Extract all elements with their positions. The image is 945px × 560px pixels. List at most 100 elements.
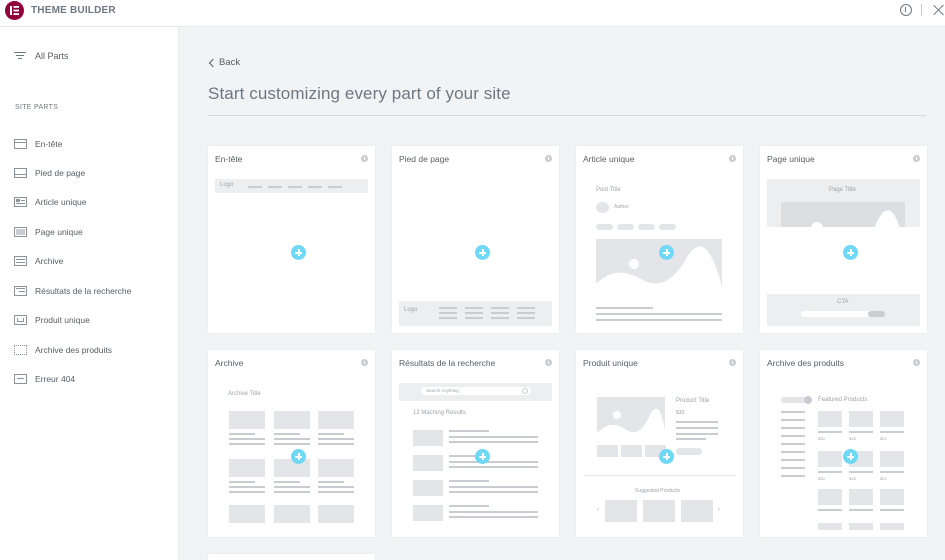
search-results-preview: Search Anything 12 Maching Results bbox=[399, 383, 552, 530]
archive-preview: Archive Title bbox=[215, 383, 368, 530]
add-template-button[interactable] bbox=[843, 449, 858, 464]
elementor-logo-icon bbox=[5, 1, 24, 20]
all-parts-link[interactable]: All Parts bbox=[14, 49, 69, 63]
preview-price: $30 bbox=[818, 436, 825, 441]
sidebar-item-label: Article unique bbox=[35, 197, 87, 207]
sidebar-item-search-results[interactable]: Résultats de la recherche bbox=[14, 284, 131, 298]
sidebar-item-label: Résultats de la recherche bbox=[35, 286, 132, 296]
site-parts-heading: SITE PARTS bbox=[15, 104, 59, 111]
header-preview: Logo bbox=[215, 179, 368, 326]
card-error-404[interactable] bbox=[208, 554, 375, 560]
card-title: Produit unique bbox=[583, 358, 638, 368]
card-single-product[interactable]: Produit unique Product Title $30 Suggest… bbox=[576, 350, 743, 537]
card-title: Résultats de la recherche bbox=[399, 358, 496, 368]
preview-page-title: Page Title bbox=[829, 187, 856, 193]
page-title: Start customizing every part of your sit… bbox=[208, 84, 511, 103]
footer-preview: Logo bbox=[399, 179, 552, 326]
add-template-button[interactable] bbox=[843, 245, 858, 260]
error-404-icon bbox=[14, 374, 27, 384]
sidebar-item-single-page[interactable]: Page unique bbox=[14, 225, 83, 239]
card-title: En-tête bbox=[215, 154, 243, 164]
sidebar-item-footer[interactable]: Pied de page bbox=[14, 166, 85, 180]
preview-price: $30 bbox=[818, 476, 825, 481]
close-icon[interactable] bbox=[933, 4, 945, 16]
card-title: Archive des produits bbox=[767, 358, 845, 368]
app-title: THEME BUILDER bbox=[31, 5, 116, 16]
info-icon[interactable] bbox=[361, 155, 368, 162]
card-title: Archive bbox=[215, 358, 244, 368]
card-header[interactable]: En-tête Logo bbox=[208, 146, 375, 333]
title-divider bbox=[208, 115, 926, 116]
info-icon[interactable] bbox=[900, 4, 912, 16]
preview-results-count: 12 Maching Results bbox=[413, 410, 466, 416]
info-icon[interactable] bbox=[545, 359, 552, 366]
sidebar-item-label: Page unique bbox=[35, 227, 83, 237]
footer-layout-icon bbox=[14, 168, 27, 178]
add-template-button[interactable] bbox=[291, 449, 306, 464]
preview-cta: CTA bbox=[837, 299, 849, 305]
card-footer[interactable]: Pied de page Logo bbox=[392, 146, 559, 333]
preview-featured-products: Featured Products bbox=[818, 397, 868, 403]
card-title: Pied de page bbox=[399, 154, 450, 164]
card-products-archive[interactable]: Archive des produits Featured Products $… bbox=[760, 350, 927, 537]
add-template-button[interactable] bbox=[475, 449, 490, 464]
sidebar-item-single-product[interactable]: Produit unique bbox=[14, 313, 90, 327]
info-icon[interactable] bbox=[361, 359, 368, 366]
preview-product-title: Product Title bbox=[676, 398, 710, 404]
products-archive-icon bbox=[14, 345, 27, 355]
info-icon[interactable] bbox=[729, 359, 736, 366]
single-post-preview: Post Title Author bbox=[583, 179, 736, 326]
filter-icon bbox=[14, 52, 26, 60]
single-product-preview: Product Title $30 Suggested Products ‹ › bbox=[583, 383, 736, 530]
sidebar-item-label: Erreur 404 bbox=[35, 374, 76, 384]
sidebar-item-single-post[interactable]: Article unique bbox=[14, 195, 87, 209]
info-icon[interactable] bbox=[913, 359, 920, 366]
header-layout-icon bbox=[14, 139, 27, 149]
back-label: Back bbox=[219, 57, 241, 68]
add-template-button[interactable] bbox=[291, 245, 306, 260]
chevron-left-icon: ‹ bbox=[597, 507, 599, 513]
info-icon[interactable] bbox=[545, 155, 552, 162]
sidebar-item-label: Archive des produits bbox=[35, 345, 113, 355]
sidebar-item-label: Produit unique bbox=[35, 315, 90, 325]
add-template-button[interactable] bbox=[659, 245, 674, 260]
back-link[interactable]: Back bbox=[208, 57, 240, 68]
sidebar-item-label: Archive bbox=[35, 256, 64, 266]
sidebar-item-archive[interactable]: Archive bbox=[14, 254, 63, 268]
products-archive-preview: Featured Products $30 $15 $22 $30 $15 $2… bbox=[767, 383, 920, 530]
info-icon[interactable] bbox=[729, 155, 736, 162]
image-placeholder-icon bbox=[596, 239, 722, 297]
chevron-right-icon: › bbox=[718, 507, 720, 513]
card-single-page[interactable]: Page unique Page Title CTA bbox=[760, 146, 927, 333]
image-placeholder-icon bbox=[597, 397, 665, 441]
all-parts-label: All Parts bbox=[35, 51, 69, 61]
preview-product-price: $30 bbox=[676, 410, 685, 416]
single-post-icon bbox=[14, 197, 27, 207]
preview-price: $15 bbox=[849, 436, 856, 441]
add-template-button[interactable] bbox=[659, 449, 674, 464]
sidebar-item-error-404[interactable]: Erreur 404 bbox=[14, 372, 75, 386]
chevron-left-icon bbox=[208, 58, 218, 67]
sidebar: All Parts SITE PARTS En-tête Pied de pag… bbox=[0, 27, 179, 560]
preview-search-placeholder: Search Anything bbox=[426, 388, 459, 393]
preview-price: $22 bbox=[880, 436, 887, 441]
preview-archive-title: Archive Title bbox=[228, 391, 261, 397]
card-single-post[interactable]: Article unique Post Title Author bbox=[576, 146, 743, 333]
preview-suggested-products: Suggested Products bbox=[635, 488, 681, 494]
card-search-results[interactable]: Résultats de la recherche Search Anythin… bbox=[392, 350, 559, 537]
add-template-button[interactable] bbox=[475, 245, 490, 260]
sidebar-item-products-archive[interactable]: Archive des produits bbox=[14, 343, 112, 357]
sidebar-item-header[interactable]: En-tête bbox=[14, 137, 62, 151]
preview-author: Author bbox=[614, 204, 629, 210]
preview-price: $15 bbox=[849, 476, 856, 481]
toolbar-divider bbox=[921, 4, 922, 16]
search-results-icon bbox=[14, 286, 27, 296]
card-archive[interactable]: Archive Archive Title bbox=[208, 350, 375, 537]
single-page-preview: Page Title CTA bbox=[767, 179, 920, 326]
single-page-icon bbox=[14, 227, 27, 237]
info-icon[interactable] bbox=[913, 155, 920, 162]
preview-price: $22 bbox=[880, 476, 887, 481]
card-title: Page unique bbox=[767, 154, 815, 164]
sidebar-item-label: En-tête bbox=[35, 139, 63, 149]
archive-icon bbox=[14, 256, 27, 266]
